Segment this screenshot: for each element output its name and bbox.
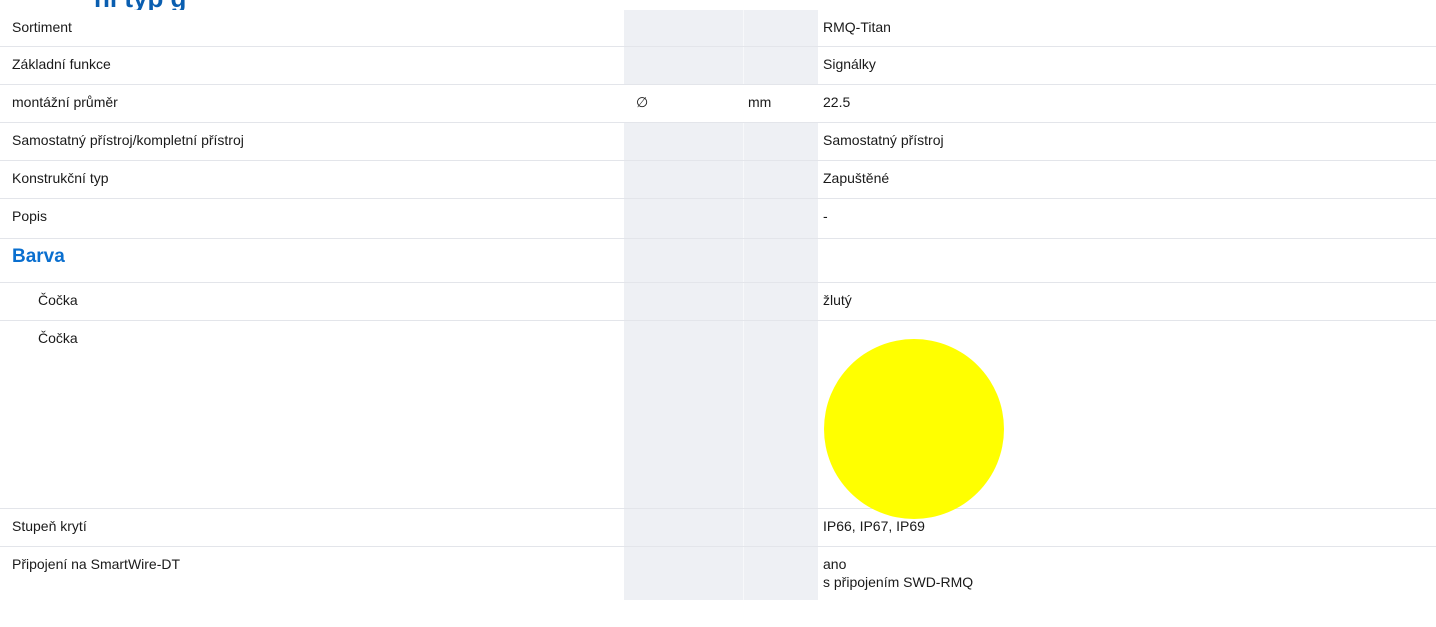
unit-cell [743,161,818,198]
table-row-cocka-color: Čočka žlutý [0,283,1436,321]
unit-cell [743,239,818,282]
row-label: montážní průměr [12,94,118,110]
row-value: RMQ-Titan [823,19,891,35]
row-value: - [823,208,828,224]
symbol-cell [624,321,743,508]
table-row-cocka-swatch: Čočka [0,321,1436,519]
row-value: Samostatný přístroj [823,132,944,148]
diameter-symbol: ∅ [624,85,743,122]
unit-cell [743,47,818,84]
spec-table: Sortiment RMQ-Titan Základní funkce Sign… [0,10,1436,600]
symbol-cell [624,547,743,600]
row-value: Signálky [823,56,876,72]
table-row-popis: Popis - [0,199,1436,239]
row-label: Čočka [38,292,78,308]
page-title: ní typ g [94,0,186,10]
section-heading-barva: Barva [12,246,65,267]
unit-cell [743,547,818,600]
row-label: Samostatný přístroj/kompletní přístroj [12,132,244,148]
symbol-cell [624,10,743,46]
symbol-cell [624,123,743,160]
table-row-stupen-kryti: Stupeň krytí IP66, IP67, IP69 [0,509,1436,547]
row-value: ano s připojením SWD-RMQ [818,547,1436,600]
unit-cell [743,283,818,320]
page-title-strip: ní typ g [0,0,1436,10]
row-value: žlutý [823,292,852,308]
table-row-konstrukcni-typ: Konstrukční typ Zapuštěné [0,161,1436,199]
unit-cell [743,10,818,46]
row-value [818,321,1436,519]
table-row-montazni-prumer: montážní průměr ∅ mm 22.5 [0,85,1436,123]
unit-label: mm [743,85,818,122]
row-label: Konstrukční typ [12,170,109,186]
table-row-zakladni-funkce: Základní funkce Signálky [0,47,1436,85]
table-row-smartwire: Připojení na SmartWire-DT ano s připojen… [0,547,1436,600]
value-line-2: s připojením SWD-RMQ [823,574,974,590]
symbol-cell [624,283,743,320]
unit-cell [743,321,818,508]
unit-cell [743,509,818,546]
symbol-cell [624,161,743,198]
row-label: Základní funkce [12,56,111,72]
row-value: IP66, IP67, IP69 [823,518,925,534]
row-value [818,239,1436,282]
row-label: Stupeň krytí [12,518,87,534]
row-label: Sortiment [12,19,72,35]
unit-cell [743,199,818,238]
table-row-sortiment: Sortiment RMQ-Titan [0,10,1436,47]
value-line-1: ano [823,556,847,572]
row-label: Popis [12,208,48,224]
yellow-circle-icon [824,339,1004,519]
table-row-samostatny-pristroj: Samostatný přístroj/kompletní přístroj S… [0,123,1436,161]
symbol-cell [624,239,743,282]
unit-cell [743,123,818,160]
row-value: 22.5 [823,94,851,110]
symbol-cell [624,199,743,238]
row-value: Zapuštěné [823,170,890,186]
table-row-barva: Barva [0,239,1436,283]
symbol-cell [624,47,743,84]
row-label: Připojení na SmartWire-DT [12,556,181,572]
row-label: Čočka [38,330,78,346]
symbol-cell [624,509,743,546]
